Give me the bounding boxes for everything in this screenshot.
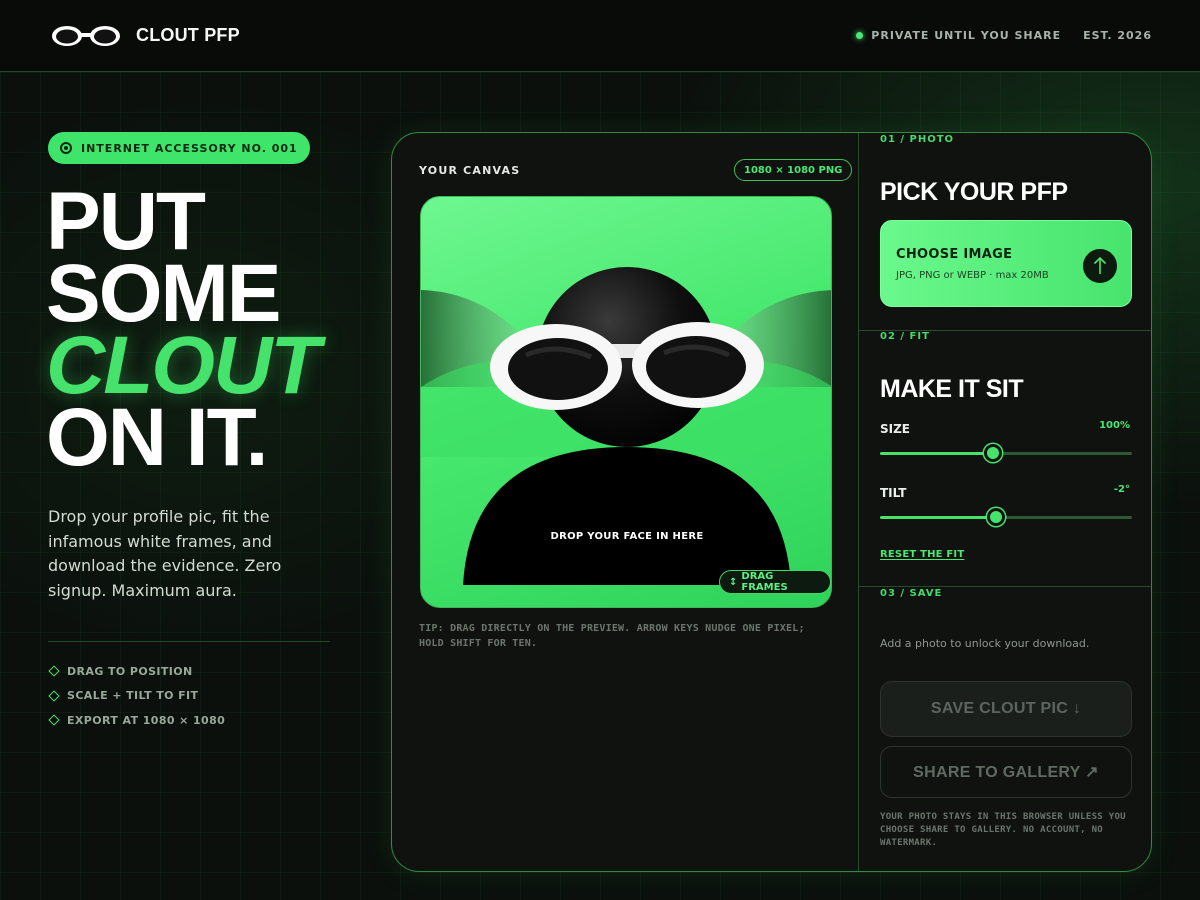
feature-item: EXPORT AT 1080 × 1080	[48, 708, 225, 733]
tilt-label: TILT	[880, 486, 907, 500]
choose-image-button[interactable]: CHOOSE IMAGE JPG, PNG or WEBP · max 20MB	[880, 220, 1132, 307]
feature-label: SCALE + TILT TO FIT	[67, 689, 199, 703]
feature-item: SCALE + TILT TO FIT	[48, 684, 225, 709]
step-fit-label: 02 / FIT	[880, 331, 930, 342]
tilt-slider-fill	[880, 516, 996, 519]
accessory-pill: INTERNET ACCESSORY NO. 001	[48, 132, 310, 164]
privacy-status: PRIVATE UNTIL YOU SHARE	[856, 29, 1061, 42]
tilt-slider-handle[interactable]	[986, 508, 1005, 526]
headline-line-4: ON IT.	[46, 392, 268, 483]
feature-label: EXPORT AT 1080 × 1080	[67, 713, 226, 727]
feature-item: DRAG TO POSITION	[48, 659, 225, 684]
updown-arrow-icon: ↕	[729, 576, 738, 588]
est-text: EST. 2026	[1083, 29, 1152, 42]
record-icon	[60, 142, 72, 154]
size-slider-fill	[880, 452, 994, 455]
step-photo-label: 01 / PHOTO	[880, 134, 955, 145]
canvas-label: YOUR CANVAS	[419, 164, 521, 177]
hero-description: Drop your profile pic, fit the infamous …	[48, 507, 282, 600]
save-note: Add a photo to unlock your download.	[880, 637, 1090, 650]
choose-image-hint: JPG, PNG or WEBP · max 20MB	[896, 270, 1049, 281]
choose-image-title: CHOOSE IMAGE	[896, 247, 1013, 262]
drag-frames-button[interactable]: ↕ DRAG FRAMES	[719, 570, 831, 594]
brand-name[interactable]: CLOUT PFP	[136, 25, 240, 46]
drag-frames-label: DRAG FRAMES	[741, 571, 788, 593]
section-divider	[859, 586, 1151, 587]
reset-fit-link[interactable]: RESET THE FIT	[880, 549, 964, 560]
status-dot-icon	[856, 32, 864, 39]
header-meta: PRIVATE UNTIL YOU SHARE EST. 2026	[856, 29, 1152, 42]
share-to-gallery-button[interactable]: SHARE TO GALLERY ↗	[880, 746, 1132, 798]
feature-label: DRAG TO POSITION	[67, 664, 193, 678]
tilt-value: -2°	[1113, 484, 1130, 495]
editor-card: YOUR CANVAS 1080 × 1080 PNG DROP YOUR FA…	[391, 132, 1152, 872]
canvas-tip: TIP: DRAG DIRECTLY ON THE PREVIEW. ARROW…	[419, 623, 805, 649]
tilt-slider[interactable]	[880, 508, 1132, 526]
diamond-icon	[48, 665, 60, 677]
site-header: CLOUT PFP PRIVATE UNTIL YOU SHARE EST. 2…	[0, 0, 1200, 72]
status-text: PRIVATE UNTIL YOU SHARE	[871, 29, 1062, 42]
pill-label: INTERNET ACCESSORY NO. 001	[81, 141, 298, 155]
sunglasses-icon	[52, 26, 120, 46]
feature-list: DRAG TO POSITION SCALE + TILT TO FIT EXP…	[48, 659, 225, 733]
canvas-preview[interactable]: DROP YOUR FACE IN HERE ↕ DRAG FRAMES	[420, 196, 832, 608]
step-save-label: 03 / SAVE	[880, 588, 943, 599]
hero-divider	[48, 641, 330, 642]
save-clout-pic-button[interactable]: SAVE CLOUT PIC ↓	[880, 681, 1132, 737]
photo-title: PICK YOUR PFP	[880, 178, 1068, 206]
size-slider-handle[interactable]	[984, 444, 1003, 462]
privacy-note: YOUR PHOTO STAYS IN THIS BROWSER UNLESS …	[880, 812, 1126, 848]
diamond-icon	[48, 690, 60, 702]
drop-zone-label: DROP YOUR FACE IN HERE	[550, 531, 704, 542]
hero-headline: PUT SOME CLOUT ON IT.	[46, 181, 320, 483]
size-badge: 1080 × 1080 PNG	[734, 159, 853, 181]
diamond-icon	[48, 714, 60, 726]
avatar-placeholder	[421, 267, 831, 585]
size-label: SIZE	[880, 422, 911, 436]
fit-title: MAKE IT SIT	[880, 375, 1024, 403]
size-slider[interactable]	[880, 444, 1132, 462]
size-value: 100%	[1099, 420, 1130, 431]
upload-arrow-icon	[1083, 249, 1117, 283]
card-divider	[858, 133, 859, 871]
